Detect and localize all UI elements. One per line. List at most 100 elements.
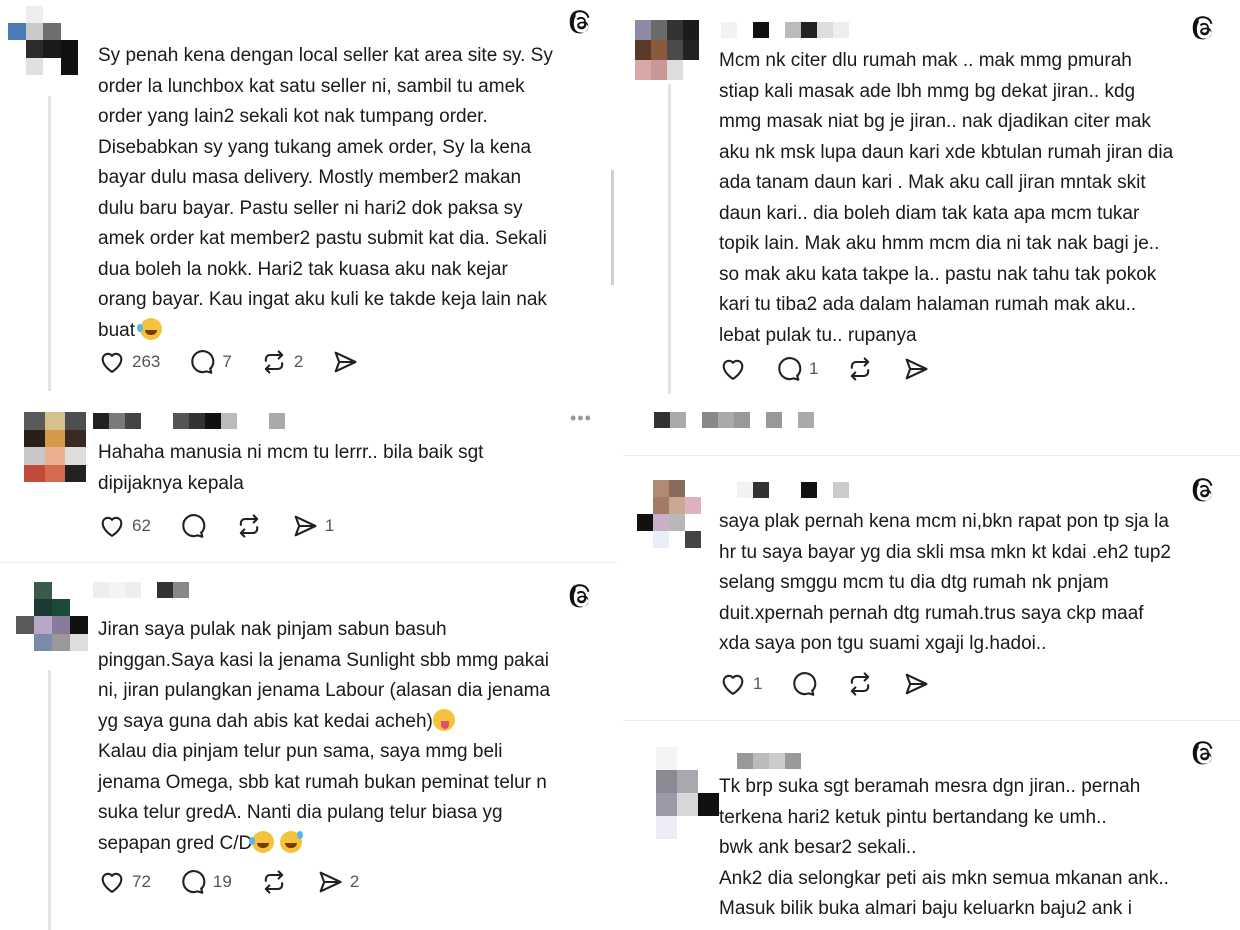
reply-button[interactable] <box>179 512 207 540</box>
post-actions: 263 7 2 <box>98 348 387 376</box>
like-button[interactable]: 72 <box>98 868 151 896</box>
post-text: Hahaha manusia ni mcm tu lerrr.. bila ba… <box>98 442 484 494</box>
like-button[interactable]: 62 <box>98 512 151 540</box>
reply-button[interactable]: 1 <box>775 355 818 383</box>
username[interactable] <box>93 413 285 429</box>
joy-emoji-icon <box>249 830 275 853</box>
share-button[interactable] <box>902 670 930 698</box>
send-icon <box>331 348 359 376</box>
post-text-part-a: Tk brp suka sgt beramah mesra dgn jiran.… <box>719 776 1141 828</box>
post-3: Jiran saya pulak nak pinjam sabun basuh … <box>0 570 617 930</box>
send-icon <box>902 670 930 698</box>
post-text: Mcm nk citer dlu rumah mak .. mak mmg pm… <box>719 50 1174 346</box>
repost-icon <box>260 348 288 376</box>
collapsed-replies[interactable] <box>654 412 814 428</box>
post-text-part-c: Ank2 dia selongkar peti ais mkn semua mk… <box>719 867 1169 889</box>
like-button[interactable]: 1 <box>719 670 762 698</box>
post-actions: 72 19 2 <box>98 868 387 896</box>
post-1: Sy penah kena dengan local seller kat ar… <box>0 0 617 395</box>
share-count: 2 <box>349 872 360 891</box>
like-count: 72 <box>132 872 151 891</box>
avatar[interactable] <box>635 20 715 80</box>
repost-count: 2 <box>293 352 304 371</box>
post-text-content: Sy penah kena dengan local seller kat ar… <box>98 45 553 341</box>
avatar[interactable] <box>8 6 78 92</box>
share-button[interactable]: 1 <box>291 512 334 540</box>
avatar[interactable] <box>637 480 717 548</box>
heart-icon <box>719 355 747 383</box>
like-button[interactable]: 263 <box>98 348 160 376</box>
avatar[interactable] <box>635 747 719 839</box>
reply-button[interactable] <box>790 670 818 698</box>
like-count: 62 <box>132 516 151 535</box>
thread-line <box>48 670 51 930</box>
reply-button[interactable]: 7 <box>188 348 232 376</box>
divider <box>0 562 617 563</box>
repost-button[interactable] <box>260 868 288 896</box>
like-button[interactable] <box>719 355 747 383</box>
post-text: Jiran saya pulak nak pinjam sabun basuh … <box>98 615 608 859</box>
post-text-part-b: bwk ank besar2 sekali.. <box>719 837 917 858</box>
repost-button[interactable] <box>846 355 874 383</box>
username[interactable] <box>737 482 849 498</box>
reply-count: 7 <box>222 352 232 371</box>
heart-icon <box>98 348 126 376</box>
post-text-part-b: Kalau dia pinjam telur pun sama, saya mm… <box>98 741 547 854</box>
post-4: Mcm nk citer dlu rumah mak .. mak mmg pm… <box>623 0 1240 400</box>
threads-logo-icon <box>1191 478 1217 504</box>
reply-count: 1 <box>809 359 819 378</box>
post-6: Tk brp suka sgt beramah mesra dgn jiran.… <box>623 735 1240 930</box>
share-button[interactable]: 2 <box>316 868 359 896</box>
threads-logo-icon <box>568 10 594 36</box>
share-count: 1 <box>324 516 335 535</box>
post-text-part-d: Masuk bilik buka almari baju keluarkn ba… <box>719 898 1132 919</box>
avatar[interactable] <box>16 582 88 668</box>
column-divider <box>617 0 623 930</box>
thread-line <box>48 96 51 391</box>
post-text: saya plak pernah kena mcm ni,bkn rapat p… <box>719 511 1171 654</box>
repost-icon <box>846 670 874 698</box>
post-actions: 1 <box>719 670 958 698</box>
reply-button[interactable]: 19 <box>179 868 232 896</box>
comment-icon <box>179 868 207 896</box>
send-icon <box>291 512 319 540</box>
post-5: saya plak pernah kena mcm ni,bkn rapat p… <box>623 468 1240 708</box>
divider <box>623 720 1240 721</box>
comment-icon <box>179 512 207 540</box>
post-text: Sy penah kena dengan local seller kat ar… <box>98 41 608 346</box>
repost-icon <box>846 355 874 383</box>
divider <box>623 455 1240 456</box>
post-actions: 1 <box>719 355 958 383</box>
avatar[interactable] <box>24 412 86 482</box>
like-count: 1 <box>753 674 763 693</box>
scrollbar[interactable] <box>611 170 614 285</box>
threads-logo-icon <box>568 584 594 610</box>
username[interactable] <box>93 582 189 598</box>
comment-icon <box>775 355 803 383</box>
more-icon[interactable]: ••• <box>570 408 592 429</box>
post-text-part-a: Jiran saya pulak nak pinjam sabun basuh … <box>98 619 551 732</box>
repost-icon <box>235 512 263 540</box>
comment-icon <box>188 348 216 376</box>
reply-count: 19 <box>212 872 232 891</box>
thread-line <box>668 84 671 394</box>
send-icon <box>316 868 344 896</box>
threads-logo-icon <box>1191 16 1217 42</box>
post-actions: 62 1 <box>98 512 362 540</box>
threads-logo-icon <box>1191 741 1217 767</box>
repost-button[interactable]: 2 <box>260 348 303 376</box>
post-text: Tk brp suka sgt beramah mesra dgn jiran.… <box>719 772 1234 925</box>
post-2: ••• Hahaha manusia ni mcm tu lerrr.. bil… <box>0 400 617 560</box>
repost-button[interactable] <box>846 670 874 698</box>
zany-face-emoji-icon <box>432 708 455 731</box>
joy-emoji-icon <box>137 317 163 340</box>
heart-icon <box>719 670 747 698</box>
username[interactable] <box>721 22 849 38</box>
username[interactable] <box>737 753 801 769</box>
share-button[interactable] <box>331 348 359 376</box>
sweat-smile-emoji-icon <box>279 830 303 853</box>
like-count: 263 <box>132 352 161 371</box>
comment-icon <box>790 670 818 698</box>
repost-button[interactable] <box>235 512 263 540</box>
share-button[interactable] <box>902 355 930 383</box>
